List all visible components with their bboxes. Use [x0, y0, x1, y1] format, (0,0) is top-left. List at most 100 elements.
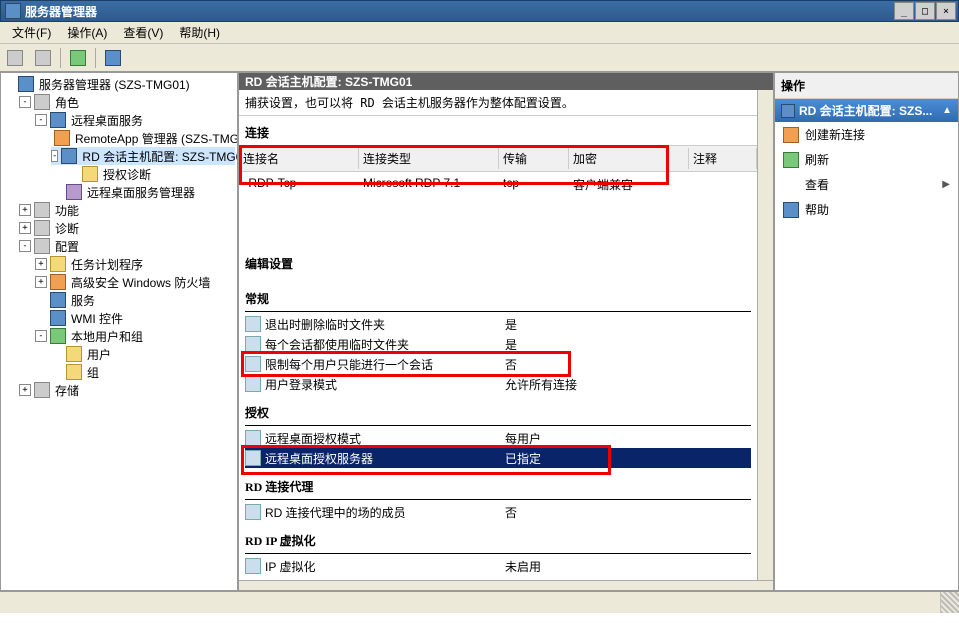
collapse-icon[interactable]: - [51, 150, 58, 162]
expand-icon[interactable]: + [19, 204, 31, 216]
setting-label: 限制每个用户只能进行一个会话 [265, 356, 505, 373]
menu-view[interactable]: 查看(V) [115, 22, 171, 43]
setting-tempuse[interactable]: 每个会话都使用临时文件夹是 [245, 334, 751, 354]
collapse-icon[interactable]: - [19, 96, 31, 108]
scrollbar-vertical[interactable] [757, 90, 773, 580]
tree-label: 远程桌面服务 [69, 112, 145, 129]
expand-icon[interactable]: + [19, 384, 31, 396]
col-trans[interactable]: 传输 [499, 148, 569, 169]
tree-pane[interactable]: 服务器管理器 (SZS-TMG01) - 角色 - 远程桌面服务 [0, 72, 238, 591]
tree-groups[interactable]: 组 [51, 363, 235, 381]
setting-icon [245, 504, 261, 520]
conn-row-rdp[interactable]: RDP-Tcp Microsoft RDP 7.1 tcp 客户端兼容 [239, 172, 757, 197]
conn-table-header: 连接名 连接类型 传输 加密 注释 [239, 145, 757, 172]
tree-label: 组 [85, 364, 101, 381]
tree-label: 功能 [53, 202, 81, 219]
tree-roles[interactable]: - 角色 [19, 93, 235, 111]
conn-trans: tcp [499, 174, 569, 195]
center-pane: RD 会话主机配置: SZS-TMG01 捕获设置，也可以将 RD 会话主机服务… [238, 72, 774, 591]
config-icon [34, 238, 50, 254]
setting-ipvirt[interactable]: IP 虚拟化未启用 [245, 556, 751, 576]
tree-localusers[interactable]: -本地用户和组 [35, 327, 235, 345]
toolbar-separator [95, 48, 96, 68]
resize-grip[interactable] [941, 592, 959, 613]
expand-icon[interactable]: + [19, 222, 31, 234]
col-enc[interactable]: 加密 [569, 148, 689, 169]
section-connections: 连接 [239, 116, 757, 145]
action-view[interactable]: 查看▶ [775, 172, 958, 197]
menu-file[interactable]: 文件(F) [4, 22, 59, 43]
action-newconn[interactable]: 创建新连接 [775, 122, 958, 147]
setting-label: 远程桌面授权服务器 [265, 450, 505, 467]
expand-icon[interactable]: + [35, 276, 47, 288]
menu-action[interactable]: 操作(A) [59, 22, 115, 43]
action-help[interactable]: 帮助 [775, 197, 958, 222]
minimize-button[interactable]: _ [894, 2, 914, 20]
folder-icon [66, 364, 82, 380]
tree-rdconfig[interactable]: - RD 会话主机配置: SZS-TMG01 [51, 147, 235, 165]
roles-icon [34, 94, 50, 110]
status-cell [0, 592, 941, 613]
forward-button[interactable] [32, 47, 54, 69]
expand-icon[interactable]: + [35, 258, 47, 270]
back-button[interactable] [4, 47, 26, 69]
setting-tempdelete[interactable]: 退出时删除临时文件夹是 [245, 314, 751, 334]
maximize-button[interactable]: □ [915, 2, 935, 20]
group-broker: RD 连接代理 [245, 474, 751, 500]
tree-label: 用户 [85, 346, 113, 363]
tree-services[interactable]: 服务 [35, 291, 235, 309]
chevron-right-icon: ▶ [942, 179, 950, 190]
setting-value: 否 [505, 356, 751, 373]
tree-remoteapp[interactable]: RemoteApp 管理器 (SZS-TMG0 [51, 129, 235, 147]
setting-value: 每用户 [505, 430, 751, 447]
remoteapp-icon [54, 130, 70, 146]
tree-wmi[interactable]: WMI 控件 [35, 309, 235, 327]
setting-value: 未启用 [505, 558, 751, 575]
tree-tasksch[interactable]: +任务计划程序 [35, 255, 235, 273]
tree-label: RemoteApp 管理器 (SZS-TMG0 [73, 130, 238, 147]
tree-storage[interactable]: +存储 [19, 381, 235, 399]
col-rem[interactable]: 注释 [689, 148, 757, 169]
storage-icon [34, 382, 50, 398]
rdconfig-icon [61, 148, 77, 164]
close-button[interactable]: × [936, 2, 956, 20]
server-icon [18, 76, 34, 92]
diag-icon [34, 220, 50, 236]
setting-icon [245, 356, 261, 372]
col-type[interactable]: 连接类型 [359, 148, 499, 169]
setting-single-session[interactable]: 限制每个用户只能进行一个会话否 [245, 354, 751, 374]
group-ipvirt: RD IP 虚拟化 [245, 528, 751, 554]
conn-rem [689, 174, 757, 195]
tree-root[interactable]: 服务器管理器 (SZS-TMG01) [3, 75, 235, 93]
setting-label: 退出时删除临时文件夹 [265, 316, 505, 333]
tree-users[interactable]: 用户 [51, 345, 235, 363]
actions-subtitle[interactable]: RD 会话主机配置: SZS... ▲ [775, 99, 958, 122]
services-icon [50, 292, 66, 308]
actions-title: 操作 [775, 73, 958, 99]
help-icon [783, 202, 799, 218]
setting-licmode[interactable]: 远程桌面授权模式每用户 [245, 428, 751, 448]
collapse-icon[interactable]: - [19, 240, 31, 252]
setting-licserver[interactable]: 远程桌面授权服务器已指定 [245, 448, 751, 468]
setting-loginmode[interactable]: 用户登录模式允许所有连接 [245, 374, 751, 394]
tree-rds[interactable]: - 远程桌面服务 [35, 111, 235, 129]
action-refresh[interactable]: 刷新 [775, 147, 958, 172]
tree-label: 角色 [53, 94, 81, 111]
col-name[interactable]: 连接名 [239, 148, 359, 169]
collapse-icon[interactable]: - [35, 114, 47, 126]
scrollbar-horizontal[interactable] [239, 580, 773, 590]
action-label: 刷新 [805, 151, 829, 168]
help-button[interactable] [102, 47, 124, 69]
setting-icon [245, 316, 261, 332]
tree-features[interactable]: + 功能 [19, 201, 235, 219]
tree-licdiag[interactable]: 授权诊断 [67, 165, 235, 183]
menu-help[interactable]: 帮助(H) [171, 22, 228, 43]
tree-config[interactable]: -配置 [19, 237, 235, 255]
refresh-button[interactable] [67, 47, 89, 69]
collapse-icon[interactable]: - [35, 330, 47, 342]
tree-label: 服务器管理器 (SZS-TMG01) [37, 76, 192, 93]
tree-firewall[interactable]: +高级安全 Windows 防火墙 [35, 273, 235, 291]
tree-rdsmgr[interactable]: 远程桌面服务管理器 [51, 183, 235, 201]
tree-diag[interactable]: +诊断 [19, 219, 235, 237]
setting-brokermember[interactable]: RD 连接代理中的场的成员否 [245, 502, 751, 522]
